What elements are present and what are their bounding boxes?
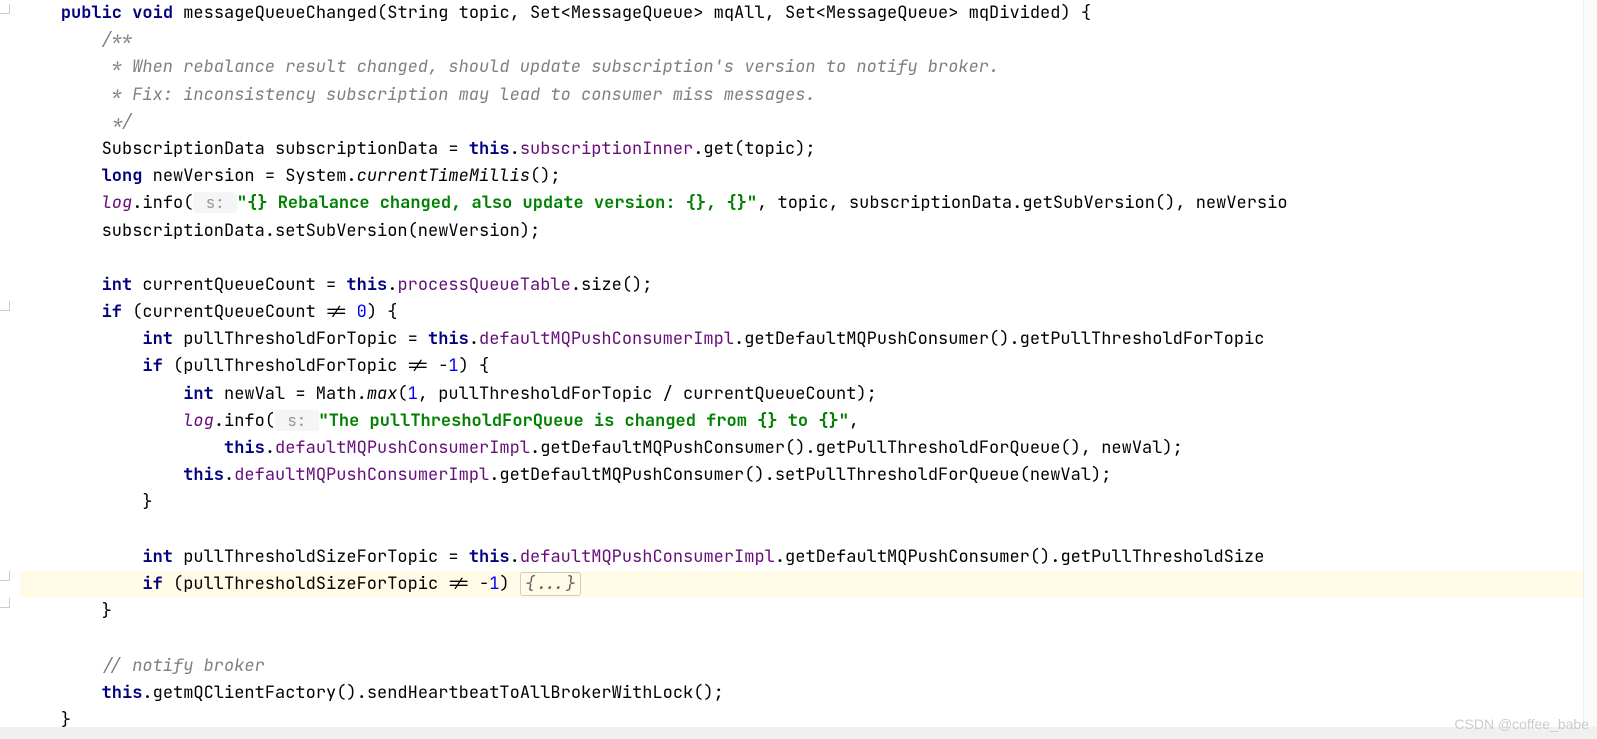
- watermark: CSDN @coffee_babe: [1454, 713, 1589, 735]
- keyword-if: if: [102, 301, 122, 323]
- code-line[interactable]: this.defaultMQPushConsumerImpl.getDefaul…: [20, 435, 1597, 462]
- static-method: max: [367, 383, 398, 405]
- code-line[interactable]: */: [20, 109, 1597, 136]
- field-ref: defaultMQPushConsumerImpl: [275, 437, 530, 459]
- gutter-override-marker[interactable]: [0, 571, 10, 581]
- code-line[interactable]: }: [20, 489, 1597, 516]
- code-line[interactable]: * When rebalance result changed, should …: [20, 54, 1597, 81]
- code-line[interactable]: // notify broker: [20, 653, 1597, 680]
- param-hint: s:: [193, 192, 237, 213]
- field-ref: defaultMQPushConsumerImpl: [479, 328, 734, 350]
- fold-region[interactable]: {...}: [520, 572, 581, 596]
- keyword-this: this: [102, 682, 143, 704]
- keyword-void: void: [132, 2, 173, 24]
- gutter-override-marker[interactable]: [0, 4, 10, 14]
- number-literal: 1: [489, 573, 499, 595]
- logger-ref: log: [102, 192, 133, 214]
- vertical-scrollbar[interactable]: [1583, 0, 1597, 739]
- number-literal: 0: [357, 301, 367, 323]
- keyword-int: int: [102, 274, 133, 296]
- method-params: (String topic, Set<MessageQueue> mqAll, …: [377, 2, 1091, 24]
- gutter-override-marker[interactable]: [0, 598, 10, 608]
- code-line[interactable]: int pullThresholdForTopic = this.default…: [20, 326, 1597, 353]
- field-ref: defaultMQPushConsumerImpl: [520, 546, 775, 568]
- string-literal: "{} Rebalance changed, also update versi…: [237, 192, 757, 214]
- field-ref: defaultMQPushConsumerImpl: [234, 464, 489, 486]
- code-line[interactable]: int newVal = Math.max(1, pullThresholdFo…: [20, 381, 1597, 408]
- code-line[interactable]: * Fix: inconsistency subscription may le…: [20, 82, 1597, 109]
- keyword-this: this: [183, 464, 224, 486]
- keyword-this: this: [428, 328, 469, 350]
- code-line-empty[interactable]: [20, 517, 1597, 544]
- code-line[interactable]: subscriptionData.setSubVersion(newVersio…: [20, 218, 1597, 245]
- javadoc-line: * Fix: inconsistency subscription may le…: [102, 84, 816, 106]
- method-name: messageQueueChanged: [183, 2, 377, 24]
- code-line-highlighted[interactable]: if (pullThresholdSizeForTopic != -1) {..…: [20, 571, 1597, 598]
- field-ref: subscriptionInner: [520, 138, 693, 160]
- code-line[interactable]: log.info( s: "{} Rebalance changed, also…: [20, 190, 1597, 217]
- keyword-long: long: [102, 165, 143, 187]
- keyword-this: this: [224, 437, 265, 459]
- keyword-int: int: [183, 383, 214, 405]
- param-hint: s:: [275, 410, 319, 431]
- code-line[interactable]: this.getmQClientFactory().sendHeartbeatT…: [20, 680, 1597, 707]
- code-line[interactable]: int currentQueueCount = this.processQueu…: [20, 272, 1597, 299]
- brace-close: }: [142, 491, 152, 513]
- code-line[interactable]: if (currentQueueCount != 0) {: [20, 299, 1597, 326]
- field-ref: processQueueTable: [397, 274, 570, 296]
- code-line[interactable]: SubscriptionData subscriptionData = this…: [20, 136, 1597, 163]
- code-line[interactable]: public void messageQueueChanged(String t…: [20, 0, 1597, 27]
- keyword-this: this: [469, 138, 510, 160]
- string-literal: "The pullThresholdForQueue is changed fr…: [319, 410, 849, 432]
- horizontal-scrollbar[interactable]: [0, 727, 1597, 739]
- brace-close: }: [102, 600, 112, 622]
- javadoc-line: * When rebalance result changed, should …: [102, 56, 1000, 78]
- keyword-if: if: [142, 573, 162, 595]
- code-line[interactable]: long newVersion = System.currentTimeMill…: [20, 163, 1597, 190]
- code-line[interactable]: this.defaultMQPushConsumerImpl.getDefaul…: [20, 462, 1597, 489]
- javadoc-end: */: [102, 111, 133, 133]
- keyword-int: int: [142, 546, 173, 568]
- code-line[interactable]: log.info( s: "The pullThresholdForQueue …: [20, 408, 1597, 435]
- code-editor[interactable]: public void messageQueueChanged(String t…: [20, 0, 1597, 734]
- keyword-int: int: [142, 328, 173, 350]
- keyword-public: public: [61, 2, 122, 24]
- number-literal: 1: [408, 383, 418, 405]
- code-text: subscriptionData.setSubVersion(newVersio…: [102, 220, 541, 242]
- static-method: currentTimeMillis: [357, 165, 530, 187]
- code-text: SubscriptionData subscriptionData =: [102, 138, 469, 160]
- keyword-this: this: [346, 274, 387, 296]
- javadoc-start: /**: [102, 29, 133, 51]
- code-line[interactable]: if (pullThresholdForTopic != -1) {: [20, 353, 1597, 380]
- keyword-if: if: [142, 355, 162, 377]
- code-line-empty[interactable]: [20, 245, 1597, 272]
- code-line[interactable]: }: [20, 598, 1597, 625]
- code-line[interactable]: int pullThresholdSizeForTopic = this.def…: [20, 544, 1597, 571]
- line-comment: // notify broker: [102, 655, 265, 677]
- gutter-override-marker[interactable]: [0, 301, 10, 311]
- keyword-this: this: [469, 546, 510, 568]
- number-literal: 1: [448, 355, 458, 377]
- code-line-empty[interactable]: [20, 625, 1597, 652]
- logger-ref: log: [183, 410, 214, 432]
- code-line[interactable]: /**: [20, 27, 1597, 54]
